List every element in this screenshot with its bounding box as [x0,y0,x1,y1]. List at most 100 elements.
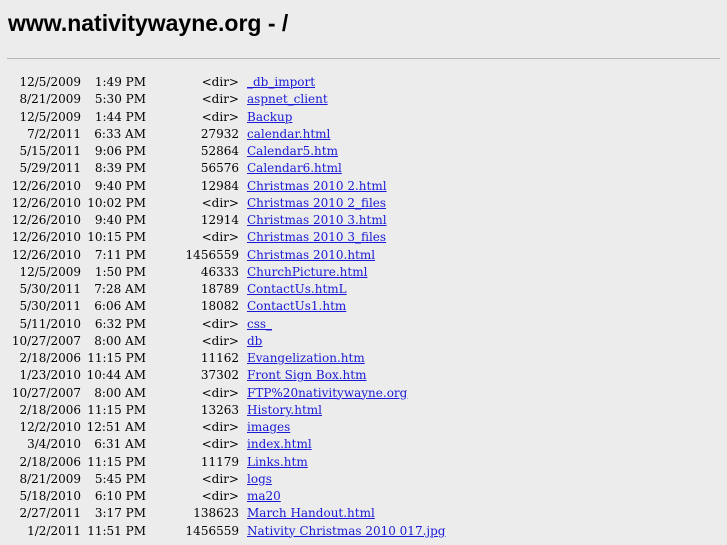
entry-link[interactable]: calendar.html [247,126,330,143]
entry-size: 1456559 [185,247,239,262]
listing-row: 12/26/2010 7:11 PM 1456559 Christmas 2010.h… [0,247,727,264]
listing-row: 5/18/2010 6:10 PM <dir> ma20 [0,488,727,505]
listing-row: 8/21/2009 5:45 PM <dir> logs [0,471,727,488]
listing-row: 5/15/2011 9:06 PM 52864 Calendar5.htm [0,143,727,160]
entry-time: 1:44 PM [94,109,146,124]
entry-date: 12/26/2010 [11,230,81,245]
entry-size: 1456559 [185,523,239,538]
directory-listing: 12/5/2009 1:49 PM <dir> _db_import 8/21/2009… [0,74,727,540]
entry-date: 2/18/2006 [19,402,81,417]
listing-row: 5/11/2010 6:32 PM <dir> css_ [0,316,727,333]
listing-row: 12/26/2010 9:40 PM 12914 Christmas 2010 3.h… [0,212,727,229]
entry-size: <dir> [201,333,239,348]
entry-link[interactable]: db [247,333,262,350]
entry-size: <dir> [201,92,239,107]
entry-link[interactable]: _db_import [247,74,315,91]
entry-link[interactable]: ChurchPicture.html [247,264,367,281]
entry-link[interactable]: logs [247,471,272,488]
entry-size: 12914 [200,213,239,227]
entry-size: <dir> [201,489,239,503]
listing-row: 2/18/2006 11:15 PM 11162 Evangelization.htm [0,350,727,367]
listing-row: 12/5/2009 1:49 PM <dir> _db_import [0,74,727,91]
entry-size: 11162 [200,351,239,365]
entry-date: 12/5/2009 [19,109,81,124]
entry-size: <dir> [201,75,239,89]
entry-time: 11:15 PM [87,402,146,417]
entry-link[interactable]: Front Sign Box.htm [247,367,367,384]
entry-date: 5/18/2010 [19,489,81,503]
entry-link[interactable]: Calendar6.html [247,160,342,177]
listing-row: 5/30/2011 7:28 AM 18789 ContactUs.htmL [0,281,727,298]
entry-size: <dir> [201,195,239,210]
entry-time: 6:31 AM [94,437,146,452]
entry-link[interactable]: Links.htm [247,454,308,471]
entry-time: 6:33 AM [94,126,146,141]
entry-size: <dir> [201,385,239,400]
entry-date: 12/26/2010 [11,247,81,262]
entry-link[interactable]: Christmas 2010 3_files [247,229,386,246]
listing-row: 12/5/2009 1:50 PM 46333 ChurchPicture.html [0,264,727,281]
listing-row: 8/21/2009 5:30 PM <dir> aspnet_client [0,91,727,108]
entry-size: 18082 [200,299,239,314]
entry-date: 2/27/2011 [19,506,81,521]
listing-row: 2/18/2006 11:15 PM 11179 Links.htm [0,454,727,471]
listing-row: 5/29/2011 8:39 PM 56576 Calendar6.html [0,160,727,177]
entry-link[interactable]: Evangelization.htm [247,350,365,367]
entry-link[interactable]: Christmas 2010 3.html [247,212,387,229]
entry-date: 12/26/2010 [11,213,81,227]
entry-date: 12/5/2009 [19,75,81,89]
entry-date: 12/5/2009 [19,264,81,279]
entry-date: 5/30/2011 [19,299,81,314]
entry-size: 12984 [200,178,239,193]
entry-time: 11:15 PM [87,454,146,469]
entry-link[interactable]: aspnet_client [247,91,328,108]
entry-time: 9:06 PM [94,144,146,158]
entry-date: 10/27/2007 [11,385,81,400]
entry-link[interactable]: Nativity Christmas 2010 017.jpg [247,523,445,540]
entry-date: 8/21/2009 [19,92,81,107]
entry-link[interactable]: ma20 [247,488,281,505]
entry-date: 7/2/2011 [27,126,81,141]
listing-row: 7/2/2011 6:33 AM 27932 calendar.html [0,126,727,143]
entry-link[interactable]: Christmas 2010 2_files [247,195,386,212]
listing-row: 1/23/2010 10:44 AM 37302 Front Sign Box.htm [0,367,727,384]
page-title: www.nativitywayne.org - / [8,10,289,36]
entry-link[interactable]: Calendar5.htm [247,143,338,160]
entry-size: <dir> [201,316,239,331]
entry-link[interactable]: Christmas 2010.html [247,247,375,264]
entry-link[interactable]: ContactUs.htmL [247,281,347,298]
entry-link[interactable]: FTP%20nativitywayne.org [247,385,407,402]
entry-link[interactable]: March Handout.html [247,505,375,522]
listing-row: 12/26/2010 9:40 PM 12984 Christmas 2010 2.h… [0,178,727,195]
listing-row: 2/27/2011 3:17 PM 138623 March Handout.html [0,505,727,522]
entry-link[interactable]: css_ [247,316,272,333]
entry-link[interactable]: Christmas 2010 2.html [247,178,387,195]
entry-date: 12/26/2010 [11,178,81,193]
entry-date: 5/15/2011 [19,144,81,158]
entry-link[interactable]: index.html [247,436,312,453]
listing-row: 12/26/2010 10:02 PM <dir> Christmas 2010 2_… [0,195,727,212]
listing-row: 12/26/2010 10:15 PM <dir> Christmas 2010 3_… [0,229,727,246]
entry-time: 5:30 PM [94,92,146,107]
entry-time: 6:32 PM [94,316,146,331]
entry-time: 7:11 PM [94,247,146,262]
entry-time: 11:51 PM [87,523,146,538]
listing-row: 3/4/2010 6:31 AM <dir> index.html [0,436,727,453]
entry-size: 37302 [200,368,239,383]
entry-date: 5/30/2011 [19,282,81,296]
entry-date: 10/27/2007 [11,333,81,348]
entry-time: 11:15 PM [87,351,146,365]
entry-size: 56576 [200,161,239,176]
entry-size: <dir> [201,109,239,124]
listing-row: 5/30/2011 6:06 AM 18082 ContactUs1.htm [0,298,727,315]
listing-row: 12/2/2010 12:51 AM <dir> images [0,419,727,436]
entry-link[interactable]: History.html [247,402,322,419]
entry-link[interactable]: ContactUs1.htm [247,298,346,315]
entry-time: 7:28 AM [94,282,146,296]
entry-time: 1:50 PM [94,264,146,279]
entry-size: 11179 [200,454,239,469]
entry-link[interactable]: images [247,419,290,436]
entry-date: 12/2/2010 [19,420,81,434]
entry-link[interactable]: Backup [247,109,292,126]
entry-time: 6:06 AM [94,299,146,314]
